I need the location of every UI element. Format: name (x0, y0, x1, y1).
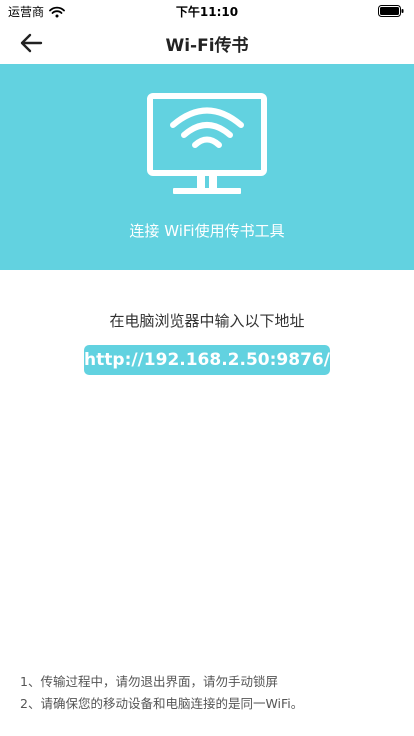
navigation-bar: Wi-Fi传书 (0, 22, 414, 64)
note-item: 2、请确保您的移动设备和电脑连接的是同一WiFi。 (20, 696, 304, 711)
battery-icon (378, 5, 404, 17)
instruction-text: 在电脑浏览器中输入以下地址 (109, 312, 305, 330)
monitor-wifi-icon (147, 93, 267, 194)
status-bar: 运营商 下午11:10 (0, 0, 414, 22)
page-title: Wi-Fi传书 (165, 36, 249, 56)
hero-banner: 连接 WiFi使用传书工具 (0, 64, 414, 270)
url-badge: http://192.168.2.50:9876/ (84, 345, 330, 375)
note-item: 1、传输过程中，请勿退出界面，请勿手动锁屏 (20, 674, 278, 689)
notes: 1、传输过程中，请勿退出界面，请勿手动锁屏 2、请确保您的移动设备和电脑连接的是… (20, 671, 303, 715)
hero-caption: 连接 WiFi使用传书工具 (129, 222, 285, 240)
status-time: 下午11:10 (175, 5, 239, 19)
